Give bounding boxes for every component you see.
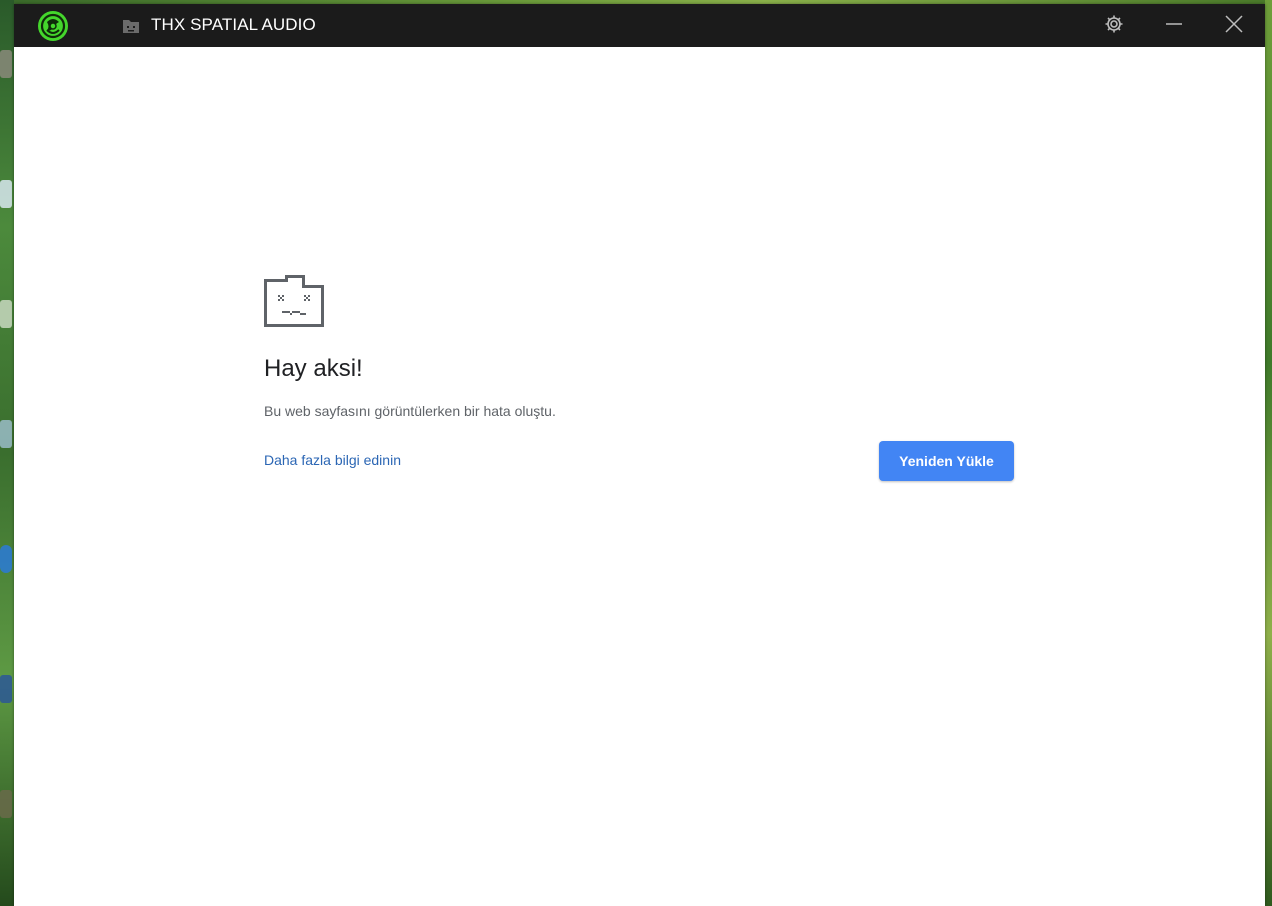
app-window: THX SPATIAL AUDIO Hay aksi! Bu web sayfa… bbox=[14, 4, 1265, 906]
desktop-icon[interactable] bbox=[0, 50, 12, 78]
desktop-icon[interactable] bbox=[0, 545, 12, 573]
sad-tab-icon bbox=[264, 275, 324, 327]
gear-icon bbox=[1104, 14, 1124, 38]
desktop-background-left bbox=[0, 0, 14, 906]
desktop-icon[interactable] bbox=[0, 180, 12, 208]
settings-button[interactable] bbox=[1089, 4, 1139, 47]
desktop-icon[interactable] bbox=[0, 420, 12, 448]
desktop-icon[interactable] bbox=[0, 790, 12, 818]
minimize-button[interactable] bbox=[1149, 4, 1199, 47]
close-icon bbox=[1225, 14, 1243, 37]
razer-logo-icon bbox=[37, 10, 69, 42]
desktop-icon[interactable] bbox=[0, 675, 12, 703]
title-bar[interactable]: THX SPATIAL AUDIO bbox=[14, 4, 1265, 47]
desktop-icon[interactable] bbox=[0, 300, 12, 328]
folder-icon bbox=[122, 18, 140, 34]
reload-button[interactable]: Yeniden Yükle bbox=[879, 441, 1014, 481]
close-button[interactable] bbox=[1209, 4, 1259, 47]
error-description: Bu web sayfasını görüntülerken bir hata … bbox=[264, 403, 556, 419]
window-title: THX SPATIAL AUDIO bbox=[151, 15, 316, 34]
webview-content: Hay aksi! Bu web sayfasını görüntülerken… bbox=[14, 47, 1265, 906]
learn-more-link[interactable]: Daha fazla bilgi edinin bbox=[264, 452, 401, 468]
desktop-background-right bbox=[1265, 0, 1272, 906]
minimize-icon bbox=[1165, 15, 1183, 37]
error-heading: Hay aksi! bbox=[264, 355, 363, 382]
